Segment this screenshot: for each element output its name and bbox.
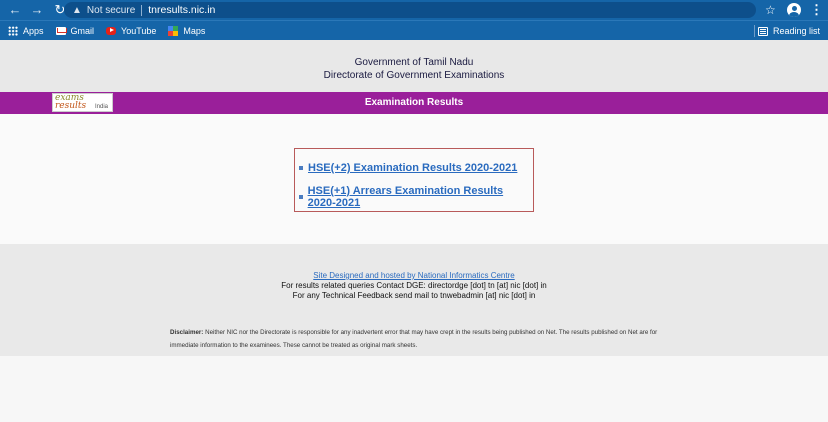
maps-icon: [168, 25, 179, 36]
page-footer: Site Designed and hosted by National Inf…: [0, 244, 828, 356]
hse-plus2-results-link[interactable]: HSE(+2) Examination Results 2020-2021: [308, 162, 517, 174]
gmail-icon: [55, 26, 67, 35]
technical-feedback-text: For any Technical Feedback send mail to …: [292, 291, 536, 300]
footer-info: Site Designed and hosted by National Inf…: [0, 271, 828, 301]
bookmark-label: Apps: [23, 25, 44, 36]
kebab-menu-icon[interactable]: ⋮: [810, 0, 823, 20]
bookmark-star-icon[interactable]: ☆: [765, 1, 776, 19]
bookmark-apps[interactable]: Apps: [8, 25, 44, 36]
browser-toolbar: ← → ↻ ▲ Not secure tnresults.nic.in ☆ ⋮: [0, 0, 828, 20]
bookmark-label: Maps: [183, 25, 206, 36]
forward-arrow-icon[interactable]: →: [28, 0, 46, 20]
banner-title: Examination Results: [364, 97, 464, 108]
security-status[interactable]: Not secure: [87, 5, 135, 16]
bullet-icon: [299, 166, 303, 170]
results-section: HSE(+2) Examination Results 2020-2021 HS…: [0, 114, 828, 244]
youtube-icon: [106, 26, 117, 35]
bookmark-label: YouTube: [121, 25, 157, 36]
header-line-directorate: Directorate of Government Examinations: [323, 70, 505, 81]
omnibox-divider: [141, 4, 143, 16]
url-text[interactable]: tnresults.nic.in: [148, 4, 215, 16]
reading-list-button[interactable]: Reading list: [757, 21, 820, 41]
bookmark-label: Gmail: [70, 25, 95, 36]
reading-list-label: Reading list: [772, 26, 820, 36]
page-header: Government of Tamil Nadu Directorate of …: [0, 40, 828, 92]
warning-icon[interactable]: ▲: [72, 5, 82, 16]
list-item: HSE(+1) Arrears Examination Results 2020…: [299, 185, 533, 209]
bookmark-maps[interactable]: Maps: [168, 25, 206, 36]
reading-list-icon: [757, 26, 768, 36]
bookmark-gmail[interactable]: Gmail: [55, 25, 95, 36]
apps-icon: [8, 25, 18, 36]
page-bottom-area: [0, 356, 828, 422]
address-bar[interactable]: ▲ Not secure tnresults.nic.in: [64, 2, 756, 18]
nic-credit-link[interactable]: Site Designed and hosted by National Inf…: [0, 271, 828, 281]
profile-avatar-icon[interactable]: [787, 3, 801, 17]
title-banner: exams results India Examination Results: [0, 92, 828, 114]
header-line-government: Government of Tamil Nadu: [354, 57, 474, 68]
contact-dge-text: For results related queries Contact DGE:…: [281, 281, 547, 290]
disclaimer-body: Neither NIC nor the Directorate is respo…: [170, 329, 658, 349]
hse-plus1-arrears-results-link[interactable]: HSE(+1) Arrears Examination Results 2020…: [308, 185, 533, 209]
bullet-icon: [299, 195, 303, 199]
web-page: Government of Tamil Nadu Directorate of …: [0, 40, 828, 422]
disclaimer-text: Disclaimer: Neither NIC nor the Director…: [170, 326, 660, 352]
bookmarks-bar: Apps Gmail YouTube Maps Reading list: [0, 20, 828, 40]
results-links-box: HSE(+2) Examination Results 2020-2021 HS…: [294, 148, 534, 212]
bookmarks-divider: [754, 25, 755, 37]
list-item: HSE(+2) Examination Results 2020-2021: [299, 162, 517, 174]
bookmark-youtube[interactable]: YouTube: [106, 26, 156, 36]
back-arrow-icon[interactable]: ←: [6, 0, 24, 20]
disclaimer-label: Disclaimer:: [170, 329, 204, 336]
